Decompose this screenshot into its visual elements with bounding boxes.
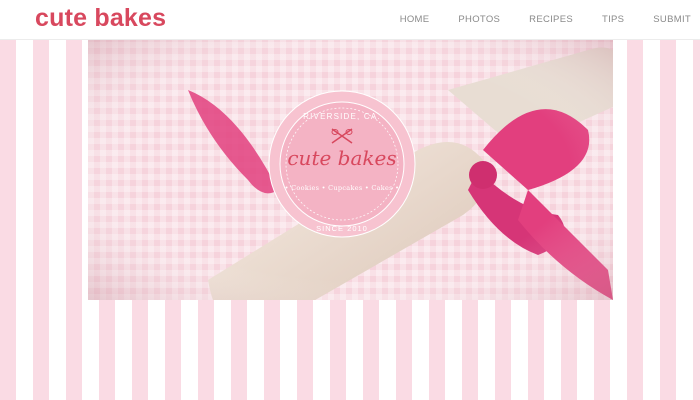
nav-submit-link[interactable]: SUBMIT xyxy=(653,14,691,25)
brand-logo-link[interactable]: cute bakes xyxy=(35,4,166,33)
whisk-icon xyxy=(331,128,353,144)
badge-since-text: SINCE 2010 xyxy=(316,224,368,233)
badge-location-text: RIVERSIDE, CA. xyxy=(303,112,381,121)
badge-products-text: • Cookies • Cupcakes • Cakes • xyxy=(284,184,400,192)
badge-brand-name: cute bakes xyxy=(287,146,397,170)
nav-recipes-link[interactable]: RECIPES xyxy=(529,14,573,25)
main-nav: HOME PHOTOS RECIPES TIPS SUBMIT xyxy=(371,0,691,39)
nav-tips-link[interactable]: TIPS xyxy=(602,14,624,25)
logo-badge: RIVERSIDE, CA. cute bakes • Cookies • Cu… xyxy=(267,84,417,244)
hero-image: RIVERSIDE, CA. cute bakes • Cookies • Cu… xyxy=(88,40,613,300)
top-nav-bar: cute bakes HOME PHOTOS RECIPES TIPS SUBM… xyxy=(0,0,700,40)
nav-home-link[interactable]: HOME xyxy=(400,14,430,25)
nav-photos-link[interactable]: PHOTOS xyxy=(458,14,500,25)
